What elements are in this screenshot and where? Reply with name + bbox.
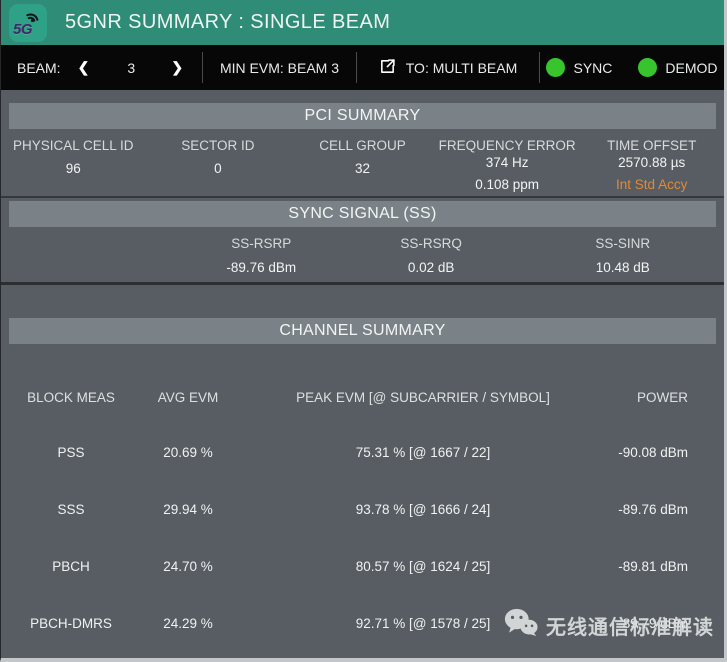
field-ss-sinr: SS-SINR 10.48 dB [595, 236, 650, 275]
column-header-power: POWER [611, 390, 724, 424]
table-row-pbch-dmrs-block: PBCH-DMRS [1, 595, 141, 652]
sync-status: SYNC [546, 58, 612, 77]
field-physical-cell-id: PHYSICAL CELL ID 96 [1, 138, 146, 192]
table-row-pbch-avg-evm: 24.70 % [141, 538, 235, 595]
table-row-sss-power: -89.76 dBm [611, 481, 724, 538]
channel-summary-title: CHANNEL SUMMARY [9, 318, 716, 344]
to-multi-beam-button[interactable]: TO: MULTI BEAM [357, 45, 539, 90]
beam-selector: BEAM: ❮ 3 ❯ [1, 45, 202, 90]
logo-text: 5G [13, 21, 32, 38]
field-ss-rsrp: SS-RSRP -89.76 dBm [226, 236, 296, 275]
beam-number: 3 [121, 60, 141, 76]
field-time-offset: TIME OFFSET 2570.88 µs Int Std Accy [579, 138, 724, 192]
min-evm-label: MIN EVM: BEAM 3 [220, 60, 339, 76]
page-title: 5GNR SUMMARY : SINGLE BEAM [65, 11, 390, 34]
pci-summary-title: PCI SUMMARY [9, 103, 716, 129]
table-row-sss-peak-evm: 93.78 % [@ 1666 / 24] [235, 481, 611, 538]
table-row-pbch-dmrs-avg-evm: 24.29 % [141, 595, 235, 652]
title-bar: 5G 5GNR SUMMARY : SINGLE BEAM [1, 0, 724, 45]
external-link-icon [379, 58, 396, 78]
field-ss-rsrq: SS-RSRQ 0.02 dB [400, 236, 462, 275]
app-logo-5g: 5G [9, 4, 47, 42]
channel-summary-section: CHANNEL SUMMARY BLOCK MEAS AVG EVM PEAK … [1, 285, 724, 658]
table-row-pbch-dmrs-power: -89.79 dBm [611, 595, 724, 652]
field-frequency-error: FREQUENCY ERROR 374 Hz 0.108 ppm [435, 138, 580, 192]
table-row-pbch-peak-evm: 80.57 % [@ 1624 / 25] [235, 538, 611, 595]
channel-summary-table: BLOCK MEAS AVG EVM PEAK EVM [@ SUBCARRIE… [1, 390, 724, 652]
to-multi-beam-label: TO: MULTI BEAM [406, 60, 518, 76]
pci-summary-fields: PHYSICAL CELL ID 96 SECTOR ID 0 CELL GRO… [1, 138, 724, 192]
min-evm-status: MIN EVM: BEAM 3 [203, 45, 356, 90]
column-header-avg-evm: AVG EVM [141, 390, 235, 424]
table-row-pbch-dmrs-peak-evm: 92.71 % [@ 1578 / 25] [235, 595, 611, 652]
demod-status: DEMOD [638, 58, 717, 77]
field-sector-id: SECTOR ID 0 [146, 138, 291, 192]
table-row-sss-avg-evm: 29.94 % [141, 481, 235, 538]
table-row-pss-peak-evm: 75.31 % [@ 1667 / 22] [235, 424, 611, 481]
demod-indicator-dot [638, 58, 657, 77]
beam-label: BEAM: [17, 60, 61, 76]
time-offset-accuracy-flag: Int Std Accy [579, 177, 724, 192]
beam-prev-button[interactable]: ❮ [74, 57, 94, 78]
table-row-pbch-power: -89.81 dBm [611, 538, 724, 595]
sync-label: SYNC [573, 60, 612, 76]
table-row-pbch-block: PBCH [1, 538, 141, 595]
table-row-pss-power: -90.08 dBm [611, 424, 724, 481]
beam-next-button[interactable]: ❯ [167, 57, 187, 78]
beam-toolbar: BEAM: ❮ 3 ❯ MIN EVM: BEAM 3 TO: MULTI BE… [1, 45, 724, 90]
status-indicators: SYNC DEMOD [540, 45, 724, 90]
table-row-pss-avg-evm: 20.69 % [141, 424, 235, 481]
field-cell-group: CELL GROUP 32 [290, 138, 435, 192]
sync-indicator-dot [546, 58, 565, 77]
column-header-block-meas: BLOCK MEAS [1, 390, 141, 424]
pci-summary-section: PCI SUMMARY PHYSICAL CELL ID 96 SECTOR I… [1, 90, 724, 196]
sync-signal-title: SYNC SIGNAL (SS) [9, 201, 716, 227]
table-row-pss-block: PSS [1, 424, 141, 481]
sync-signal-section: SYNC SIGNAL (SS) SS-RSRP -89.76 dBm SS-R… [1, 198, 724, 282]
demod-label: DEMOD [665, 60, 717, 76]
column-header-peak-evm: PEAK EVM [@ SUBCARRIER / SYMBOL] [235, 390, 611, 424]
sync-signal-fields: SS-RSRP -89.76 dBm SS-RSRQ 0.02 dB SS-SI… [1, 227, 724, 279]
app-window: 5G 5GNR SUMMARY : SINGLE BEAM BEAM: ❮ 3 … [0, 0, 727, 662]
table-row-sss-block: SSS [1, 481, 141, 538]
